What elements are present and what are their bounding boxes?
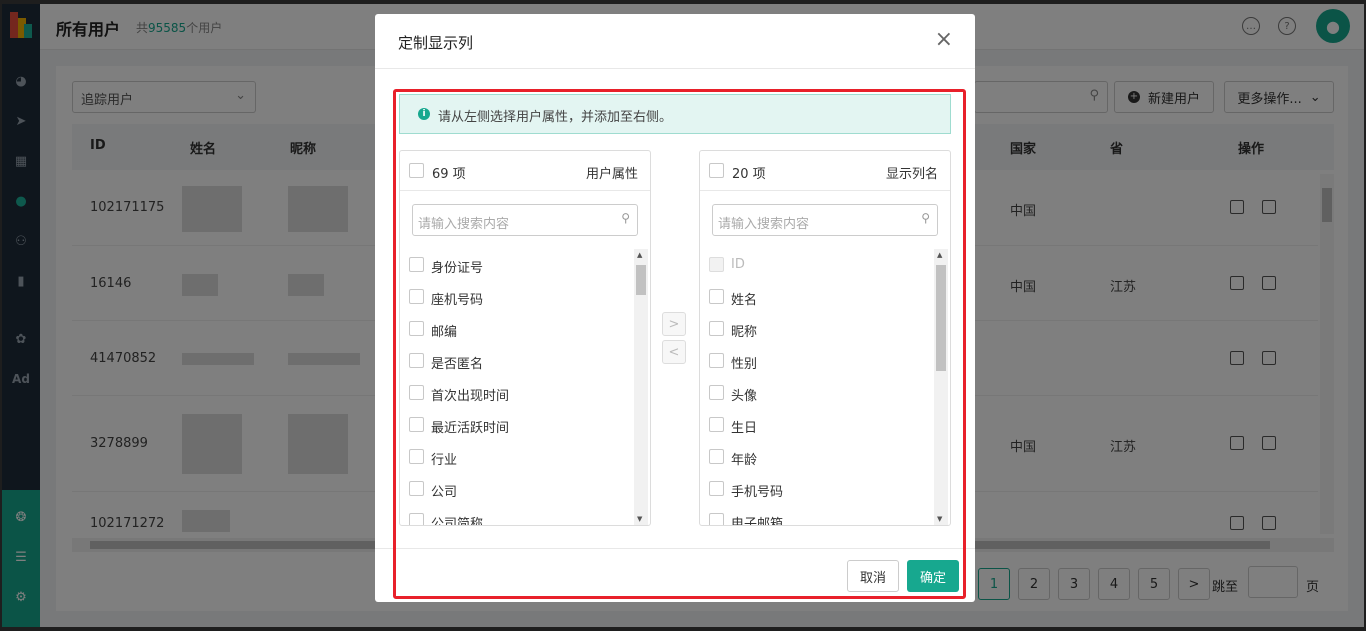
close-icon[interactable]: × [935,28,953,52]
divider [375,68,975,69]
highlight-box [393,89,966,599]
dialog-title: 定制显示列 [398,34,474,52]
